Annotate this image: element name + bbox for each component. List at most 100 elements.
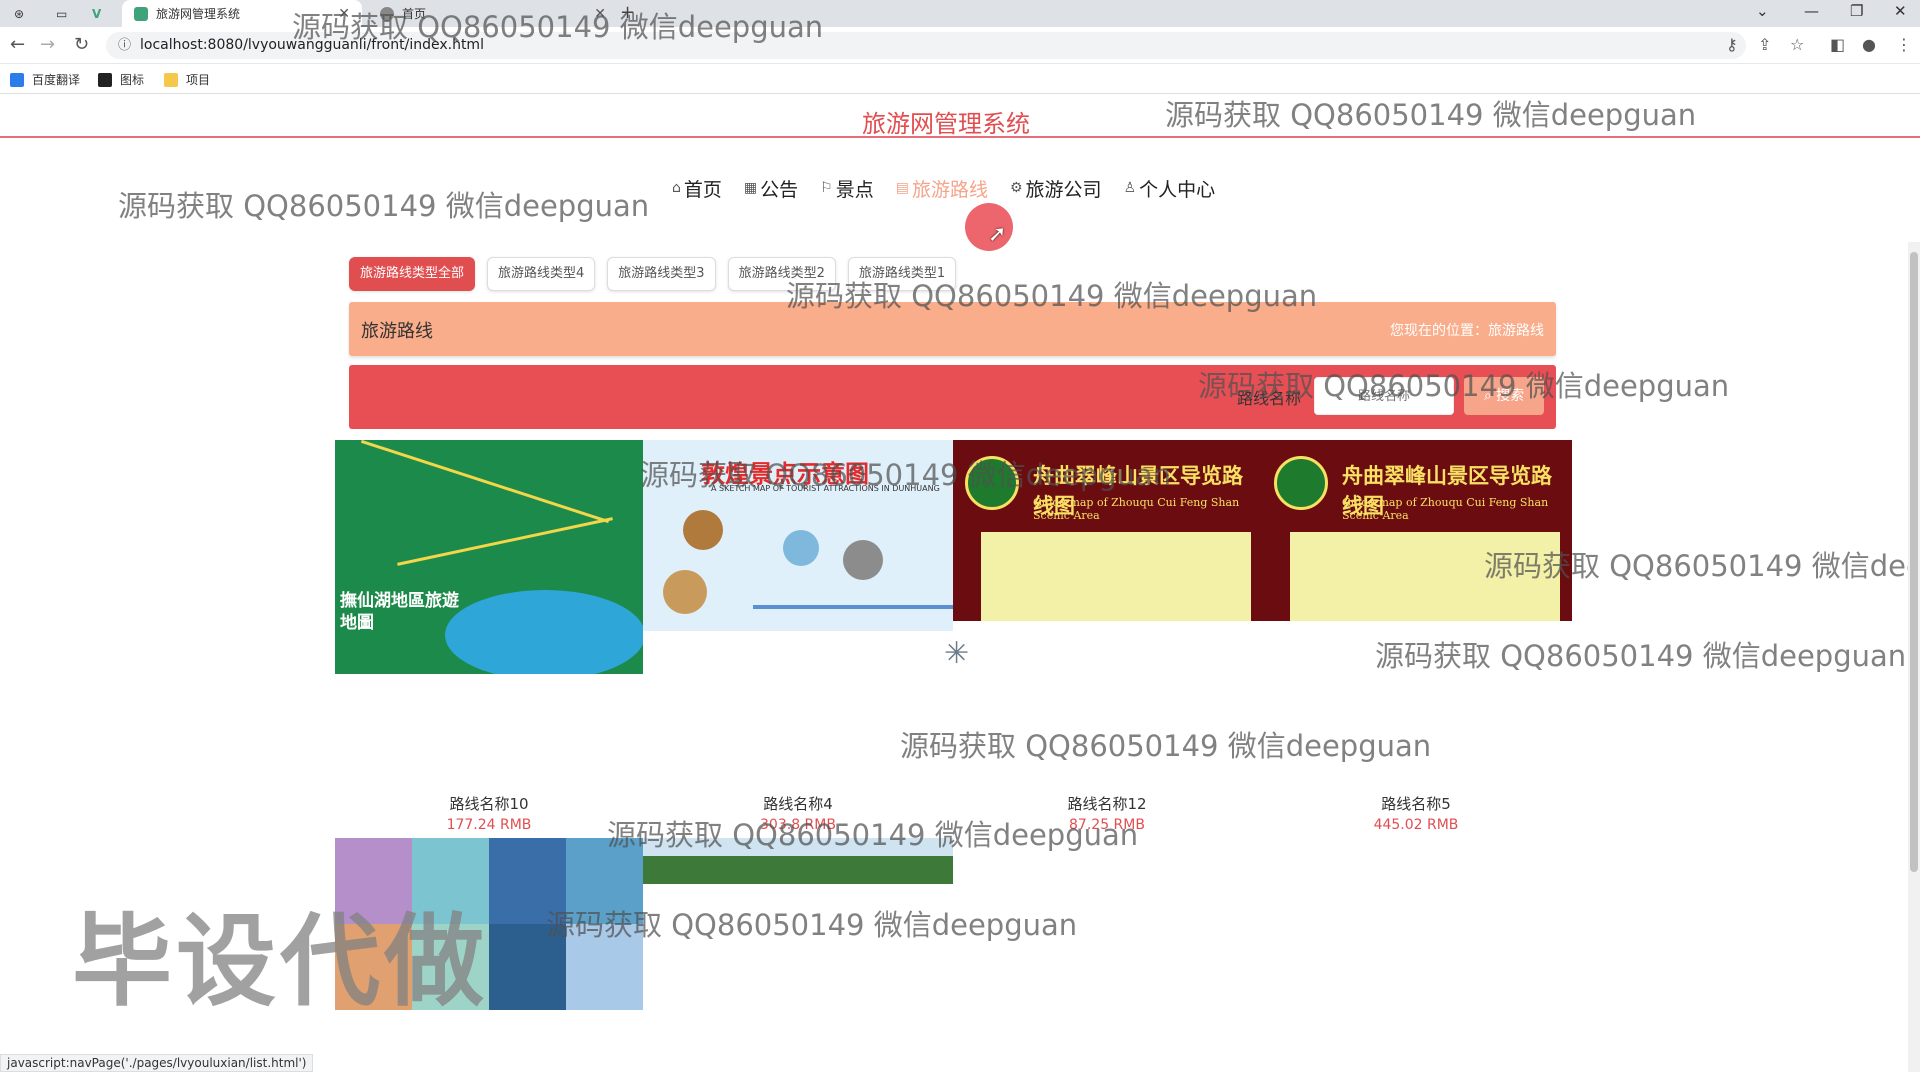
scrollbar-thumb[interactable] [1910,252,1918,872]
guide-subtitle: Guide map of Zhouqu Cui Feng Shan Scenic… [1033,496,1240,522]
category-pill-1[interactable]: 旅游路线类型1 [847,257,957,291]
user-icon: ♙ [1123,180,1137,196]
nav-item-attractions[interactable]: ⚐ 景点 [820,172,874,204]
tab-search-icon[interactable]: ⌄ [1756,2,1769,20]
nav-item-routes[interactable]: ▤ 旅游路线 [896,172,988,204]
address-bar-row: ← → ↻ ⓘ localhost:8080/lvyouwangguanli/f… [0,27,1920,64]
route-icon: ▤ [895,180,909,196]
status-bar: javascript:navPage('./pages/lvyouluxian/… [0,1054,314,1072]
route-image-cuifeng-guide[interactable]: 舟曲翠峰山景区导览路线图 Guide map of Zhouqu Cui Fen… [1262,440,1572,621]
breadcrumb: 您现在的位置：旅游路线 [1390,323,1544,339]
category-pill-all[interactable]: 旅游路线类型全部 [349,257,476,291]
site-title: 旅游网管理系统 [862,110,1030,138]
emblem-icon [965,456,1019,510]
collage-tile [489,924,566,1010]
route-name[interactable]: 路线名称5 [1316,793,1516,814]
site-info-icon[interactable]: ⓘ [118,32,131,59]
tab-close-icon[interactable]: ✕ [594,6,606,22]
collage-tile [566,838,643,924]
restore-icon[interactable]: ❐ [1850,2,1863,20]
search-label: 路线名称 [1237,389,1302,408]
sidepanel-icon[interactable]: ◧ [1830,35,1845,54]
category-pill-4[interactable]: 旅游路线类型4 [487,257,596,291]
map-lake [445,590,643,674]
route-name-input[interactable] [1314,377,1454,415]
bookmark-star-icon[interactable]: ☆ [1790,35,1804,54]
image-sky [643,838,953,856]
route-price: 445.02 RMB [1373,817,1459,833]
category-pill-2[interactable]: 旅游路线类型2 [727,257,836,291]
bookmark-item[interactable]: 项目 [164,71,210,88]
nav-item-personal[interactable]: ♙ 个人中心 [1124,172,1216,204]
tab-active[interactable]: 旅游网管理系统 ✕ [122,0,362,27]
map-road [397,517,613,566]
nav-item-notice[interactable]: ▦ 公告 [744,172,798,204]
watermark: 源码获取 QQ86050149 微信deepguan [1375,639,1907,673]
page-scrollbar[interactable] [1908,242,1920,1072]
new-tab-icon[interactable]: + [620,2,635,23]
profile-icon[interactable]: ● [1862,35,1876,54]
nav-item-company[interactable]: ⚙ 旅游公司 [1010,172,1102,204]
minimize-icon[interactable]: — [1804,2,1819,20]
forward-icon[interactable]: → [40,34,55,55]
collage-tile [566,924,643,1010]
watermark: 源码获取 QQ86050149 微信deepguan [118,189,650,223]
nav-item-home[interactable]: ⌂ 首页 [672,172,722,204]
route-price: 303.8 RMB [760,817,836,833]
more-menu-icon[interactable]: ⋮ [1896,35,1912,54]
tab-title-second: 首页 [402,7,427,21]
bookmark-item[interactable]: 图标 [98,71,144,88]
search-button[interactable]: ⌕ 搜索 [1464,377,1544,415]
vue-tab-icon[interactable]: V [92,0,101,27]
main-nav: ⌂ 首页 ▦ 公告 ⚐ 景点 ▤ 旅游路线 ⚙ 旅游公司 ♙ 个人中心 [672,172,1237,204]
url-text: localhost:8080/lvyouwangguanli/front/ind… [140,37,484,53]
url-field[interactable]: ⓘ localhost:8080/lvyouwangguanli/front/i… [106,32,1746,59]
map-poi [663,570,707,614]
reload-icon[interactable]: ↻ [74,34,89,55]
tab-pinned-icon[interactable]: ▭ [56,0,67,27]
company-icon: ⚙ [1009,180,1023,196]
route-price: 177.24 RMB [446,817,532,833]
route-image-cuifeng-guide[interactable]: 舟曲翠峰山景区导览路线图 Guide map of Zhouqu Cui Fen… [953,440,1263,621]
route-name[interactable]: 路线名称12 [1007,793,1207,814]
tab-close-icon[interactable]: ✕ [338,6,350,22]
category-pill-3[interactable]: 旅游路线类型3 [607,257,716,291]
route-name[interactable]: 路线名称4 [698,793,898,814]
guide-map-panel [1290,532,1560,621]
watermark: 源码获取 QQ86050149 微信deepguan [900,729,1432,763]
browser-tab-bar: ⊛ ▭ V 旅游网管理系统 ✕ 首页 ✕ + ⌄ — ❐ ✕ [0,0,1920,27]
vue-favicon-icon [134,6,148,21]
bookmarks-bar: 百度翻译 图标 项目 [0,64,1920,94]
translate-icon [10,72,24,87]
folder-icon [164,72,178,87]
bookmark-item[interactable]: 百度翻译 [10,71,80,88]
share-icon[interactable]: ⇪ [1758,35,1771,54]
map-label: 撫仙湖地區旅遊地圖 [340,591,459,633]
route-category-filters: 旅游路线类型全部 旅游路线类型4 旅游路线类型3 旅游路线类型2 旅游路线类型1 [349,257,957,291]
back-icon[interactable]: ← [10,34,25,55]
route-image-forest[interactable] [643,838,953,884]
map-subtitle: A SKETCH MAP OF TOURIST ATTRACTIONS IN D… [711,484,940,493]
route-image-fuxian-lake-map[interactable]: 撫仙湖地區旅遊地圖 [335,440,643,674]
emblem-icon [1274,456,1328,510]
guide-subtitle: Guide map of Zhouqu Cui Feng Shan Scenic… [1342,496,1549,522]
watermark-big: 毕设代做 [72,903,488,1020]
close-window-icon[interactable]: ✕ [1894,2,1907,20]
mouse-cursor-icon: ➚ [988,222,1007,247]
browser-menu-icon[interactable]: ⊛ [14,0,24,27]
globe-favicon-icon [380,6,394,21]
breadcrumb-bar: 旅游路线 您现在的位置：旅游路线 [349,302,1556,356]
search-bar: 路线名称 ⌕ 搜索 [349,365,1556,429]
image-icon [98,72,112,87]
notice-icon: ▦ [743,180,758,196]
route-image-dunhuang-map[interactable]: 敦煌景点示意图 A SKETCH MAP OF TOURIST ATTRACTI… [643,440,953,631]
tab-second[interactable]: 首页 ✕ [368,0,618,27]
key-icon[interactable]: ⚷ [1726,35,1738,54]
map-poi [843,540,883,580]
route-price: 87.25 RMB [1069,817,1145,833]
route-name[interactable]: 路线名称10 [389,793,589,814]
guide-map-panel [981,532,1251,621]
search-icon: ⌕ [1483,388,1497,404]
map-poi [783,530,819,566]
tab-title: 旅游网管理系统 [156,7,241,21]
